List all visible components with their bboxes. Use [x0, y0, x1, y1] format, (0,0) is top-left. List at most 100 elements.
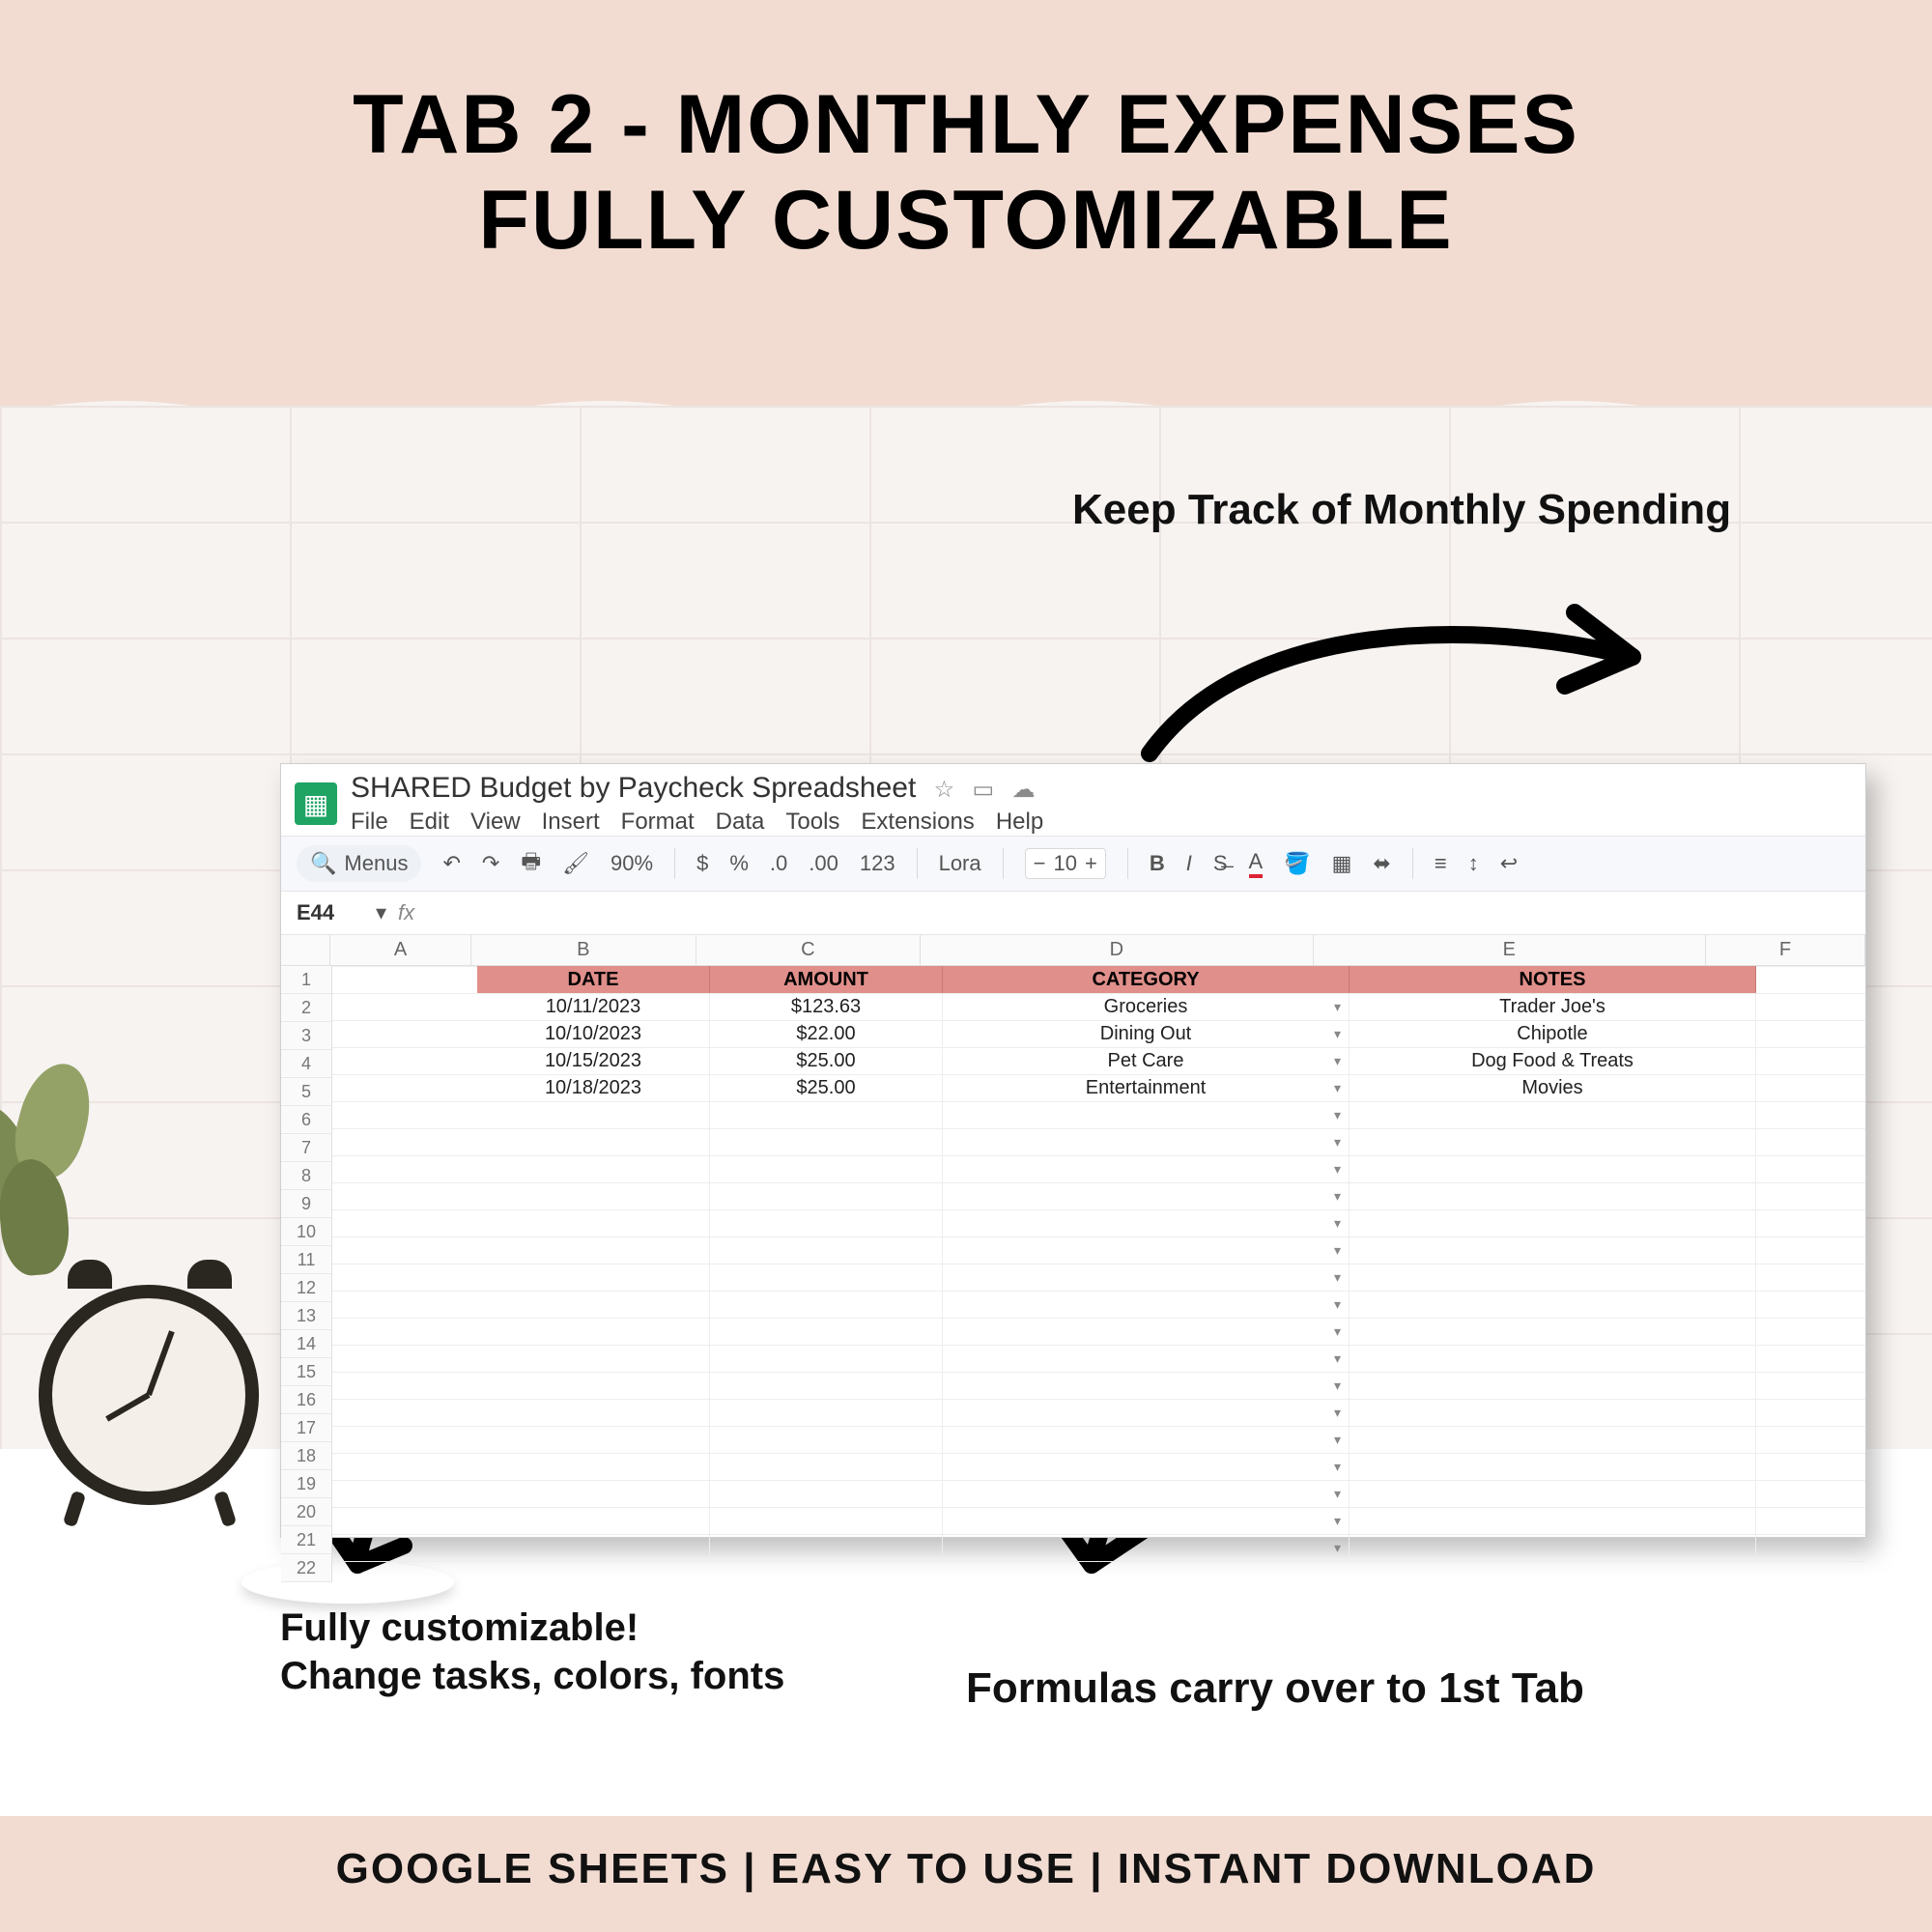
decrease-font-icon[interactable]: − [1034, 851, 1046, 876]
cell-empty[interactable] [710, 1264, 943, 1291]
cell-empty[interactable] [943, 1399, 1350, 1426]
cell-category[interactable]: Groceries [943, 993, 1350, 1020]
menu-tools[interactable]: Tools [785, 809, 839, 835]
row-header[interactable]: 10 [281, 1218, 331, 1246]
cell-empty[interactable] [710, 1426, 943, 1453]
cell-date[interactable]: 10/18/2023 [477, 1074, 710, 1101]
cell-empty[interactable] [477, 1399, 710, 1426]
table-row[interactable] [477, 1236, 1756, 1264]
cell-empty[interactable] [1350, 1128, 1756, 1155]
row-header[interactable]: 7 [281, 1134, 331, 1162]
table-header-notes[interactable]: NOTES [1350, 966, 1756, 993]
cell-amount[interactable]: $25.00 [710, 1074, 943, 1101]
table-row[interactable] [477, 1318, 1756, 1345]
row-header[interactable]: 2 [281, 994, 331, 1022]
row-header[interactable]: 8 [281, 1162, 331, 1190]
cell-date[interactable]: 10/10/2023 [477, 1020, 710, 1047]
cell-empty[interactable] [477, 1182, 710, 1209]
column-header-B[interactable]: B [471, 935, 696, 965]
cell-empty[interactable] [477, 1291, 710, 1318]
cell-amount[interactable]: $22.00 [710, 1020, 943, 1047]
table-row[interactable] [477, 1480, 1756, 1507]
cell-empty[interactable] [477, 1264, 710, 1291]
row-header[interactable]: 5 [281, 1078, 331, 1106]
cell-empty[interactable] [943, 1507, 1350, 1534]
currency-icon[interactable]: $ [696, 851, 708, 876]
cell-empty[interactable] [1350, 1372, 1756, 1399]
row-header[interactable]: 21 [281, 1526, 331, 1554]
table-row[interactable]: 10/11/2023$123.63GroceriesTrader Joe's [477, 993, 1756, 1020]
table-row[interactable] [477, 1426, 1756, 1453]
increase-font-icon[interactable]: + [1085, 851, 1097, 876]
table-row[interactable] [477, 1399, 1756, 1426]
align-icon[interactable]: ≡ [1435, 851, 1447, 876]
table-row[interactable]: 10/10/2023$22.00Dining OutChipotle [477, 1020, 1756, 1047]
cell-empty[interactable] [1350, 1534, 1756, 1561]
star-icon[interactable]: ☆ [934, 777, 955, 803]
fx-icon[interactable]: fx [398, 900, 414, 925]
column-header-C[interactable]: C [696, 935, 922, 965]
borders-icon[interactable]: ▦ [1332, 851, 1352, 876]
menu-insert[interactable]: Insert [542, 809, 600, 835]
cell-empty[interactable] [710, 1399, 943, 1426]
table-row[interactable] [477, 1209, 1756, 1236]
table-row[interactable]: 10/15/2023$25.00Pet CareDog Food & Treat… [477, 1047, 1756, 1074]
cell-empty[interactable] [943, 1182, 1350, 1209]
table-row[interactable] [477, 1182, 1756, 1209]
row-header[interactable]: 16 [281, 1386, 331, 1414]
cell-empty[interactable] [477, 1426, 710, 1453]
cell-empty[interactable] [477, 1345, 710, 1372]
table-header-category[interactable]: CATEGORY [943, 966, 1350, 993]
format-123-icon[interactable]: 123 [860, 851, 895, 876]
cell-empty[interactable] [710, 1209, 943, 1236]
cell-empty[interactable] [710, 1534, 943, 1561]
decrease-decimal-icon[interactable]: .0 [770, 851, 787, 876]
cell-empty[interactable] [943, 1236, 1350, 1264]
cell-notes[interactable]: Trader Joe's [1350, 993, 1756, 1020]
cell-empty[interactable] [477, 1453, 710, 1480]
text-color-icon[interactable]: A [1249, 849, 1264, 878]
table-row[interactable] [477, 1507, 1756, 1534]
row-header[interactable]: 13 [281, 1302, 331, 1330]
column-header-A[interactable]: A [330, 935, 471, 965]
row-header[interactable]: 19 [281, 1470, 331, 1498]
dropdown-icon[interactable]: ▾ [376, 900, 386, 925]
cell-empty[interactable] [943, 1345, 1350, 1372]
cell-empty[interactable] [477, 1318, 710, 1345]
table-header-date[interactable]: DATE [477, 966, 710, 993]
cell-empty[interactable] [477, 1534, 710, 1561]
cell-empty[interactable] [1350, 1318, 1756, 1345]
cell-empty[interactable] [1350, 1291, 1756, 1318]
percent-icon[interactable]: % [729, 851, 749, 876]
cell-empty[interactable] [710, 1507, 943, 1534]
table-header-amount[interactable]: AMOUNT [710, 966, 943, 993]
paint-format-icon[interactable]: 🖌 [562, 851, 589, 876]
cell-empty[interactable] [943, 1480, 1350, 1507]
merge-icon[interactable]: ⬌ [1373, 851, 1390, 876]
cell-empty[interactable] [943, 1534, 1350, 1561]
cell-empty[interactable] [1350, 1236, 1756, 1264]
cell-empty[interactable] [710, 1453, 943, 1480]
table-row[interactable] [477, 1534, 1756, 1561]
cell-empty[interactable] [943, 1453, 1350, 1480]
cell-empty[interactable] [1350, 1101, 1756, 1128]
cell-notes[interactable]: Dog Food & Treats [1350, 1047, 1756, 1074]
increase-decimal-icon[interactable]: .00 [809, 851, 838, 876]
row-header[interactable]: 12 [281, 1274, 331, 1302]
cell-empty[interactable] [943, 1264, 1350, 1291]
menu-view[interactable]: View [470, 809, 521, 835]
cell-empty[interactable] [1350, 1480, 1756, 1507]
table-row[interactable] [477, 1372, 1756, 1399]
menu-file[interactable]: File [351, 809, 388, 835]
cell-empty[interactable] [1350, 1182, 1756, 1209]
cell-empty[interactable] [943, 1101, 1350, 1128]
cell-empty[interactable] [1350, 1453, 1756, 1480]
spreadsheet-grid[interactable]: ABCDEF 123456789101112131415161718192021… [281, 935, 1865, 1582]
column-header-D[interactable]: D [921, 935, 1313, 965]
cell-empty[interactable] [943, 1128, 1350, 1155]
menu-help[interactable]: Help [996, 809, 1043, 835]
cell-empty[interactable] [943, 1372, 1350, 1399]
move-folder-icon[interactable]: ▭ [973, 777, 995, 803]
bold-icon[interactable]: B [1150, 851, 1165, 876]
menu-format[interactable]: Format [621, 809, 695, 835]
